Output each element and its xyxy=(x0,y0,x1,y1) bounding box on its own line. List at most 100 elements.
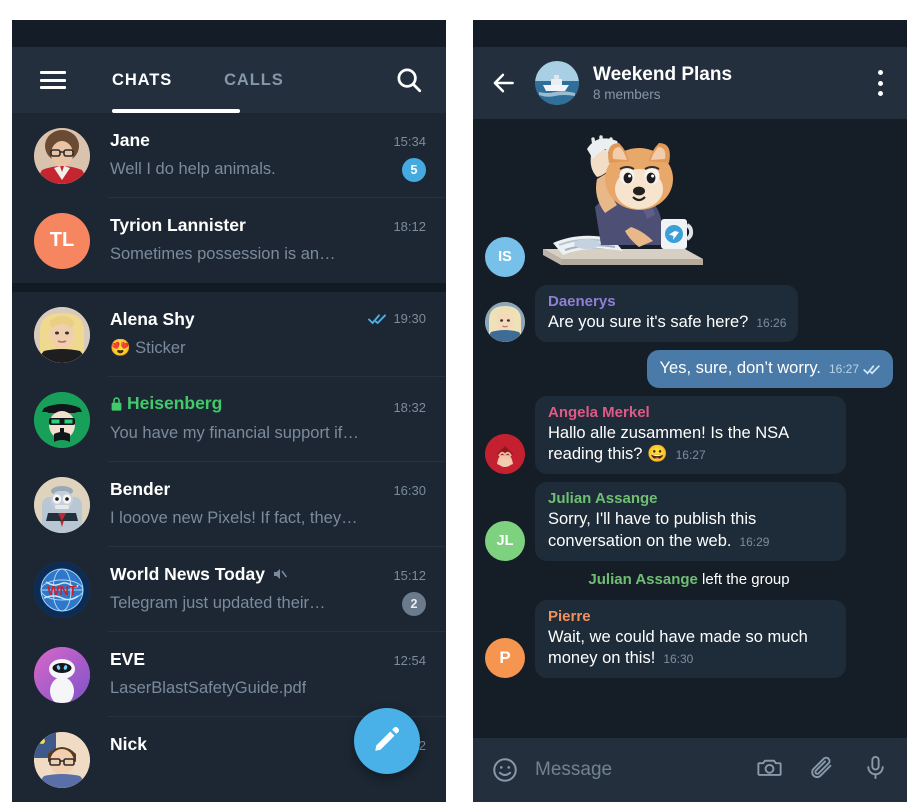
message-sender: Julian Assange xyxy=(548,490,658,508)
tab-chats[interactable]: CHATS xyxy=(112,71,172,90)
pencil-icon xyxy=(372,724,402,759)
avatar: P xyxy=(485,638,525,679)
chat-name: Jane xyxy=(110,130,150,151)
message-row: Daenerys Are you sure it's safe here? 16:… xyxy=(485,285,893,342)
message-row: P Pierre Wait, we could have made so muc… xyxy=(485,599,893,679)
chat-name: Alena Shy xyxy=(110,309,195,330)
list-item-body: Bender 16:30 I looove new Pixels! If fac… xyxy=(110,479,426,531)
message-input[interactable]: Message xyxy=(535,759,756,781)
avatar-photo-world-news: WNT xyxy=(34,561,90,618)
muted-speaker-icon xyxy=(272,566,288,582)
back-arrow-icon[interactable] xyxy=(491,70,517,96)
message-bubble[interactable]: Angela Merkel Hallo alle zusammen! Is th… xyxy=(535,395,846,475)
list-item[interactable]: Bender 16:30 I looove new Pixels! If fac… xyxy=(12,462,446,547)
avatar-photo-bender xyxy=(34,476,90,533)
chat-time: 15:34 xyxy=(393,134,426,149)
list-section-separator xyxy=(12,283,446,292)
message-text: Hallo alle zusammen! Is the NSA reading … xyxy=(548,423,834,467)
message-bubble[interactable]: Julian Assange Sorry, I'll have to publi… xyxy=(535,482,846,561)
message-list: IS Daenerys Are you sure it's safe here?… xyxy=(473,119,907,738)
status-bar xyxy=(12,20,446,47)
chat-name-text: EVE xyxy=(110,648,146,669)
service-action: left the group xyxy=(697,570,790,588)
avatar-initials: TL xyxy=(49,229,75,251)
avatar-photo-angela-merkel xyxy=(485,434,525,475)
message-sticker: IS xyxy=(485,127,893,277)
kebab-menu-icon[interactable] xyxy=(869,70,891,96)
shiba-dog-reading-newspaper-sticker[interactable] xyxy=(535,127,713,277)
message-time: 16:29 xyxy=(739,534,770,549)
avatar: JL xyxy=(485,520,525,561)
chat-time-text: 12:54 xyxy=(393,652,426,668)
hamburger-icon[interactable] xyxy=(40,71,66,89)
message-time-text: 16:27 xyxy=(828,361,859,376)
avatar-photo-eve xyxy=(34,646,90,703)
message-composer: Message xyxy=(473,738,907,802)
message-text-body: Sorry, I'll have to publish this convers… xyxy=(548,510,757,550)
avatar xyxy=(485,434,525,475)
paperclip-icon[interactable] xyxy=(809,754,836,786)
avatar-photo-daenerys xyxy=(485,301,525,342)
chat-name-text: Jane xyxy=(110,129,150,150)
page-title: Weekend Plans xyxy=(593,63,733,85)
search-icon[interactable] xyxy=(394,65,424,95)
list-item-body: World News Today 15:12 Telegram just upd… xyxy=(110,564,426,616)
avatar xyxy=(34,731,90,788)
message-text: Sorry, I'll have to publish this convers… xyxy=(548,509,834,553)
unread-badge: 5 xyxy=(402,157,426,182)
chat-preview: Sometimes possession is an… xyxy=(110,245,336,263)
list-item[interactable]: EVE 12:54 LaserBlastSafetyGuide.pdf xyxy=(12,632,446,717)
conversation-toolbar: Weekend Plans 8 members xyxy=(473,47,907,119)
message-sender: Angela Merkel xyxy=(548,403,650,421)
conversation-titles[interactable]: Weekend Plans 8 members xyxy=(593,64,869,103)
avatar: TL xyxy=(34,212,90,269)
chat-name-text: Bender xyxy=(110,478,171,499)
lock-icon xyxy=(110,396,123,412)
message-bubble[interactable]: Pierre Wait, we could have made so much … xyxy=(535,599,846,679)
chat-time: 19:30 xyxy=(368,311,426,326)
group-avatar[interactable] xyxy=(535,61,579,105)
message-row: JL Julian Assange Sorry, I'll have to pu… xyxy=(485,482,893,561)
avatar-initials: IS xyxy=(498,249,512,265)
chat-name: Heisenberg xyxy=(110,393,222,414)
message-sender: Daenerys xyxy=(548,293,616,310)
chat-time: 15:12 xyxy=(393,568,426,583)
message-bubble[interactable]: Yes, sure, don’t worry. 16:27 xyxy=(646,349,893,388)
screenshot-root: CHATS CALLS Jane 15:34 Well I do help an… xyxy=(0,0,918,806)
list-item[interactable]: Alena Shy 19:30 😍 Sticker xyxy=(12,292,446,377)
tab-calls[interactable]: CALLS xyxy=(224,71,284,90)
avatar-photo-nick xyxy=(34,731,90,788)
chat-preview: LaserBlastSafetyGuide.pdf xyxy=(110,679,307,697)
avatar xyxy=(34,476,90,533)
unread-badge: 2 xyxy=(402,591,426,616)
member-count: 8 members xyxy=(593,87,661,103)
avatar-photo-jane xyxy=(34,127,90,184)
chat-preview: Telegram just updated their… xyxy=(110,594,326,612)
list-item[interactable]: Heisenberg 18:32 You have my financial s… xyxy=(12,377,446,462)
message-text: Wait, we could have made so much money o… xyxy=(548,627,834,671)
microphone-icon[interactable] xyxy=(862,754,889,786)
chat-time-text: 15:34 xyxy=(393,133,426,149)
message-bubble[interactable]: Daenerys Are you sure it's safe here? 16:… xyxy=(535,285,799,342)
compose-fab-button[interactable] xyxy=(354,708,420,774)
list-item-body: Tyrion Lannister 18:12 Sometimes possess… xyxy=(110,215,426,267)
chat-name: World News Today xyxy=(110,564,288,585)
message-row: Angela Merkel Hallo alle zusammen! Is th… xyxy=(485,395,893,475)
list-item-body: Heisenberg 18:32 You have my financial s… xyxy=(110,393,426,446)
list-item[interactable]: Jane 15:34 Well I do help animals. 5 xyxy=(12,113,446,198)
message-time: 16:27 xyxy=(829,362,881,378)
avatar xyxy=(485,301,525,342)
service-actor[interactable]: Julian Assange xyxy=(588,571,697,588)
status-bar xyxy=(473,20,907,47)
read-ticks-icon xyxy=(368,313,387,325)
list-item-body: Jane 15:34 Well I do help animals. 5 xyxy=(110,130,426,182)
list-item-body: EVE 12:54 LaserBlastSafetyGuide.pdf xyxy=(110,649,426,701)
list-item[interactable]: WNT World News Today 15:12 Telegram just… xyxy=(12,547,446,632)
chat-name-text: Alena Shy xyxy=(110,308,195,329)
chat-list: Jane 15:34 Well I do help animals. 5 TL … xyxy=(12,113,446,802)
smiley-face-icon[interactable] xyxy=(491,756,519,784)
list-item[interactable]: TL Tyrion Lannister 18:12 Sometimes poss… xyxy=(12,198,446,283)
chat-name-text: Nick xyxy=(110,733,147,754)
camera-icon[interactable] xyxy=(756,754,783,786)
avatar xyxy=(34,391,90,448)
